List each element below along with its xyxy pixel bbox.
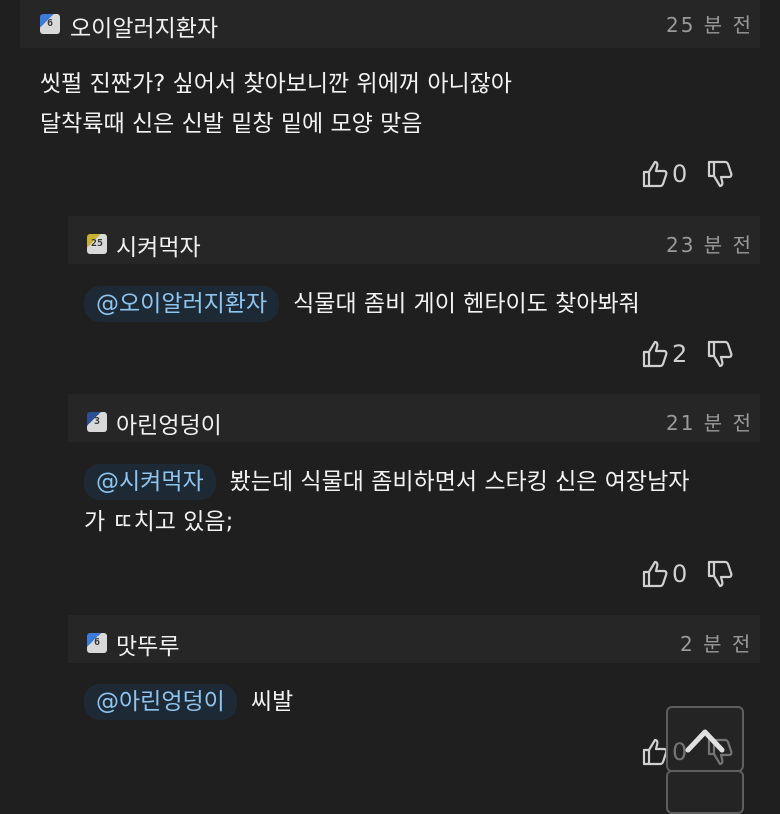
- vote-bar: 0: [642, 160, 733, 188]
- comment-line: @시켜먹자 봤는데 식물대 좀비하면서 스타킹 신은 여장남자: [84, 462, 764, 502]
- level-badge: 3: [87, 412, 107, 432]
- thumbs-up-icon[interactable]: [642, 340, 668, 368]
- comment-author[interactable]: 맛뚜루: [116, 627, 179, 661]
- like-count: 0: [672, 560, 688, 588]
- level-badge: 6: [87, 633, 107, 653]
- thumbs-up-icon[interactable]: [642, 160, 668, 188]
- comment-author[interactable]: 오이알러지환자: [70, 9, 218, 43]
- like-count: 0: [672, 160, 688, 188]
- comment-body: @시켜먹자 봤는데 식물대 좀비하면서 스타킹 신은 여장남자 가 ㄸ치고 있음;: [84, 462, 764, 542]
- thumbs-up-icon[interactable]: [642, 738, 668, 766]
- level-badge: 6: [40, 14, 60, 34]
- comment-body: 씻펄 진짠가? 싶어서 찾아보니깐 위에꺼 아니잖아 달착륙때 신은 신발 밑창…: [40, 64, 512, 144]
- comment-line: 달착륙때 신은 신발 밑창 밑에 모양 맞음: [40, 111, 423, 137]
- comment-body: @아린엉덩이 씨발: [84, 682, 293, 722]
- thumbs-down-icon[interactable]: [707, 340, 733, 368]
- comment-text: 식물대 좀비 게이 헨타이도 찾아봐줘: [293, 291, 640, 317]
- scroll-top-button[interactable]: [666, 706, 744, 772]
- thumbs-down-icon[interactable]: [707, 560, 733, 588]
- comment-line: 씻펄 진짠가? 싶어서 찾아보니깐 위에꺼 아니잖아: [40, 71, 512, 97]
- vote-bar: 2: [642, 340, 733, 368]
- like-count: 2: [672, 340, 688, 368]
- comment-time: 25 분 전: [666, 13, 753, 37]
- comment-body: @오이알러지환자 식물대 좀비 게이 헨타이도 찾아봐줘: [84, 284, 640, 324]
- comment-line: 가 ㄸ치고 있음;: [84, 509, 234, 535]
- comment-time: 21 분 전: [666, 411, 753, 435]
- chevron-up-icon: [685, 729, 725, 753]
- comment-author[interactable]: 아린엉덩이: [116, 406, 222, 440]
- thumbs-up-icon[interactable]: [642, 560, 668, 588]
- comment-author[interactable]: 시켜먹자: [116, 228, 201, 262]
- comment-time: 2 분 전: [680, 632, 753, 656]
- thumbs-down-icon[interactable]: [707, 160, 733, 188]
- comment-text: 씨발: [250, 689, 294, 715]
- comment-text: 봤는데 식물대 좀비하면서 스타킹 신은 여장남자: [229, 469, 690, 495]
- mention-link[interactable]: @오이알러지환자: [84, 286, 280, 322]
- comment-time: 23 분 전: [666, 233, 753, 257]
- mention-link[interactable]: @시켜먹자: [84, 464, 216, 500]
- level-badge: 25: [87, 234, 107, 254]
- mention-link[interactable]: @아린엉덩이: [84, 684, 237, 720]
- vote-bar: 0: [642, 560, 733, 588]
- floating-button[interactable]: [666, 770, 744, 814]
